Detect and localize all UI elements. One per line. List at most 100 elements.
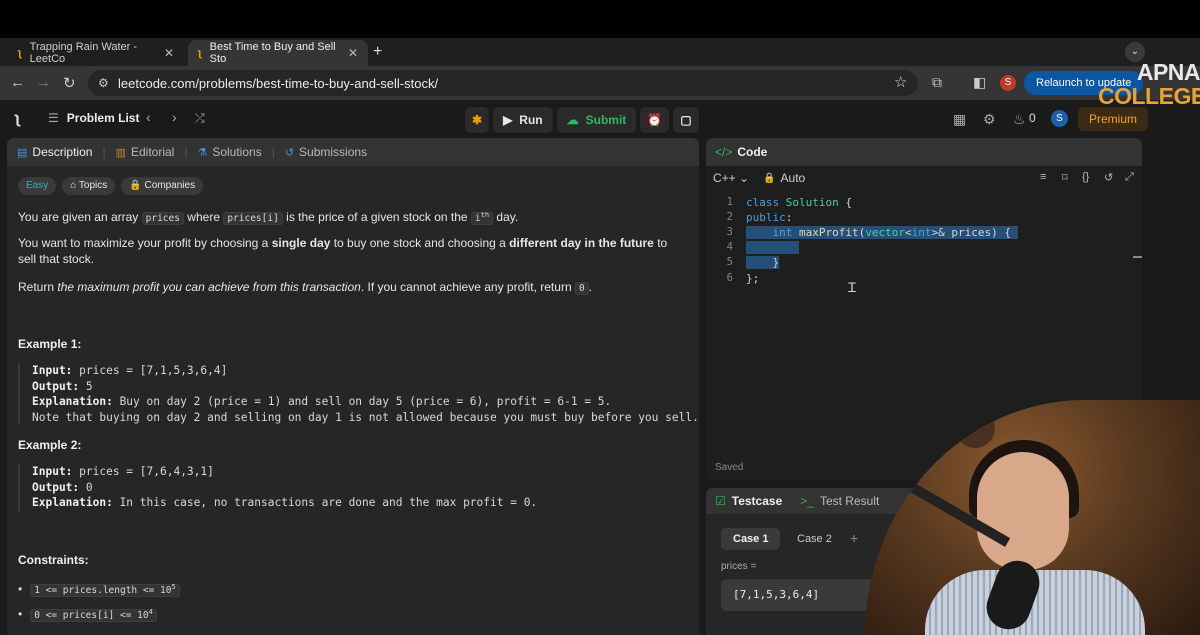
run-button[interactable]: ▶ Run [493,107,553,133]
language-select[interactable]: C++ ⌄ [713,171,749,185]
book-icon: ▥ [115,146,126,159]
lock-icon: 🔒 [129,180,142,191]
problem-list-button[interactable]: ☰ Problem List [48,111,139,125]
new-tab-icon[interactable]: + [373,43,382,61]
history-icon: ↺ [284,146,295,159]
tab-test-result[interactable]: >_ Test Result [800,494,879,508]
text-cursor-icon: Ꮖ [848,280,857,295]
code-line: }; [746,272,760,285]
bug-icon: ✱ [472,113,483,127]
format-icon[interactable]: ≡ [1040,171,1046,183]
presenter-face [977,452,1069,570]
line-number: 5 [726,256,733,268]
code-header: </> Code [706,138,1142,166]
save-status: Saved [715,462,744,473]
leetcode-favicon-icon: ʅ [18,47,22,59]
code-line: public: [746,211,793,224]
address-bar[interactable]: ⚙ leetcode.com/problems/best-time-to-buy… [88,70,918,96]
browser-tab-active[interactable]: ʅ Best Time to Buy and Sell Sto ✕ [188,40,368,66]
expand-icon[interactable]: ⤢ [1125,171,1134,184]
tab-testcase[interactable]: Testcase [732,494,782,508]
extensions-icon[interactable]: ⧉ [932,74,942,91]
example-2-title: Example 2: [18,438,82,452]
bookmark-star-icon[interactable]: ☆ [894,73,907,91]
leetcode-favicon-icon: ʅ [198,47,202,59]
background-lamp [955,408,995,448]
autocomplete-mode[interactable]: Auto [781,171,806,185]
run-toolbar: ✱ ▶ Run ☁ Submit ⏰ ▢ [465,107,699,133]
streak-fire-icon[interactable]: ♨ [1013,111,1026,128]
browser-tab[interactable]: ʅ Trapping Rain Water - LeetCo ✕ [8,40,184,66]
settings-gear-icon[interactable]: ⚙ [983,111,996,128]
site-settings-icon[interactable]: ⚙ [98,76,109,90]
topics-tag[interactable]: ⌂ Topics [62,177,116,195]
constraints-title: Constraints: [18,553,89,567]
case-1-tab[interactable]: Case 1 [721,528,781,550]
document-icon: ▤ [17,146,28,159]
line-number: 2 [726,211,733,223]
terminal-icon: >_ [800,494,814,508]
braces-icon[interactable]: {} [1082,171,1089,183]
bookmark-icon[interactable]: ⌑ [1062,171,1068,184]
tab-solutions[interactable]: ⚗ Solutions | [197,145,274,159]
back-icon[interactable]: ← [10,74,25,91]
difficulty-badge: Easy [18,177,57,195]
note-icon: ▢ [680,113,692,127]
description-panel: ▤ Description | ▥ Editorial | ⚗ Solutions | ↺ S… [7,138,699,635]
editor-scrollbar[interactable] [1133,256,1142,258]
line-number: 3 [726,226,733,238]
add-case-icon[interactable]: + [850,530,858,546]
next-problem-icon[interactable]: › [172,109,177,125]
side-panel-icon[interactable]: ◧ [973,74,986,91]
checkbox-icon: ☑ [715,494,726,508]
premium-button[interactable]: Premium [1078,107,1149,131]
list-icon: ☰ [48,111,59,125]
layout-grid-icon[interactable]: ▦ [953,111,966,128]
case-2-tab[interactable]: Case 2 [785,528,844,550]
problem-paragraph-3: Return the maximum profit you can achiev… [18,280,593,295]
tag-icon: ⌂ [70,180,77,191]
example-1-block: Input: prices = [7,1,5,3,6,4] Output: 5 … [18,363,699,425]
tab-title: Trapping Rain Water - LeetCo [29,41,138,65]
top-navbar: ʅ ☰ Problem List ‹ › ⤮ ✱ ▶ Run ☁ Submit ⏰ ▢… [0,100,1200,138]
constraint-item: • 0 <= prices[i] <= 104 [18,607,157,622]
reset-icon[interactable]: ↺ [1104,171,1113,184]
alarm-icon: ⏰ [647,113,663,127]
shuffle-icon[interactable]: ⤮ [195,111,205,126]
example-1-title: Example 1: [18,337,82,351]
forward-icon[interactable]: → [36,74,51,91]
tab-title: Best Time to Buy and Sell Sto [209,41,336,65]
leetcode-logo-icon[interactable]: ʅ [15,110,20,128]
constraint-item: • 1 <= prices.length <= 105 [18,582,180,597]
example-2-block: Input: prices = [7,6,4,3,1] Output: 0 Ex… [18,464,688,511]
description-tabs: ▤ Description | ▥ Editorial | ⚗ Solutions | ↺ S… [7,138,699,166]
apna-college-watermark: APNA COLLEGE [1098,59,1200,109]
code-line: int maxProfit(vector<int>& prices) { [746,226,1018,239]
code-brackets-icon: </> [715,145,733,159]
timer-button[interactable]: ⏰ [640,107,670,133]
play-icon: ▶ [503,113,513,127]
streak-count: 0 [1029,111,1036,125]
tab-description[interactable]: ▤ Description | [17,145,106,159]
line-number: 4 [726,241,733,253]
submit-button[interactable]: ☁ Submit [556,107,637,133]
companies-tag[interactable]: 🔒 Companies [121,177,204,195]
line-number: 1 [726,196,733,208]
problem-paragraph-1: You are given an array prices where pric… [18,210,519,226]
line-number: 6 [726,272,733,284]
tab-editorial[interactable]: ▥ Editorial | [116,145,188,159]
prev-problem-icon[interactable]: ‹ [146,109,151,125]
debug-button[interactable]: ✱ [465,107,490,133]
tab-submissions[interactable]: ↺ Submissions [285,145,367,159]
code-line: } [746,256,780,269]
flask-icon: ⚗ [197,146,208,159]
reload-icon[interactable]: ↻ [63,74,76,92]
close-tab-icon[interactable]: ✕ [348,46,358,60]
browser-tab-strip: ʅ Trapping Rain Water - LeetCo ✕ ʅ Best … [0,38,1200,66]
code-line: class Solution { [746,196,852,209]
url-text[interactable]: leetcode.com/problems/best-time-to-buy-a… [118,76,438,91]
notes-button[interactable]: ▢ [673,107,699,133]
close-tab-icon[interactable]: ✕ [164,46,174,60]
user-avatar[interactable]: S [1051,110,1068,127]
profile-avatar[interactable]: S [1000,75,1016,91]
